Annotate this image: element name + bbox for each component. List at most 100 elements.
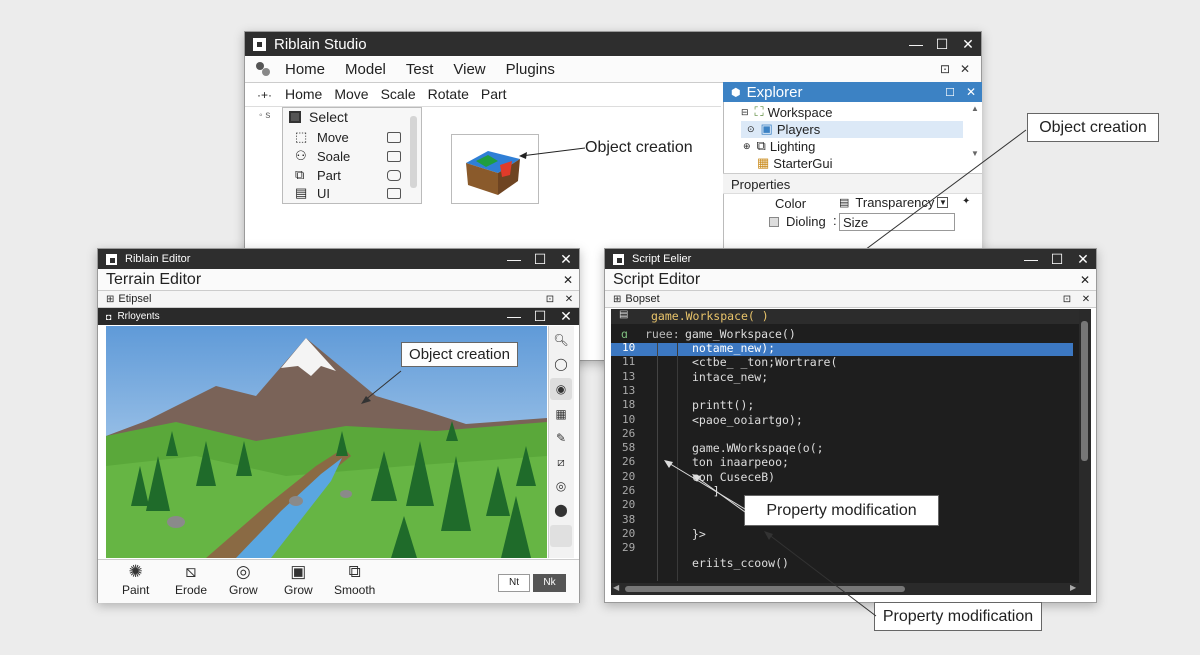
code-gutter-divider: [657, 343, 658, 581]
explorer-item-workspace[interactable]: ⊟ ⛶ Workspace: [741, 104, 832, 120]
circle-tool-icon[interactable]: ◯: [550, 353, 572, 375]
toolbar-part[interactable]: Part: [481, 86, 507, 102]
nk-button[interactable]: Nk: [533, 574, 566, 592]
close-icon[interactable]: ✕: [1070, 251, 1096, 268]
explorer-item-label: Workspace: [767, 104, 833, 120]
restore-icon[interactable]: ⊡: [935, 62, 955, 76]
toolbar-move[interactable]: Move: [334, 86, 368, 102]
explorer-item-players[interactable]: ⊙ ▣ Players: [747, 121, 820, 137]
explorer-restore-icon[interactable]: ☐: [940, 86, 960, 99]
close-icon[interactable]: ✕: [955, 36, 981, 53]
line-number: 38: [622, 512, 636, 526]
menu-plugins[interactable]: Plugins: [506, 61, 555, 78]
menu-view[interactable]: View: [453, 61, 485, 78]
explorer-title: Explorer: [746, 83, 803, 101]
smooth-tool-icon[interactable]: ⬤: [550, 499, 572, 521]
terrain-subheader: ⊞ Etipsel ⊡ ✕: [98, 291, 579, 308]
part-icon: ⧉: [295, 167, 305, 182]
tree-expand-icon: ⊟: [741, 106, 749, 117]
erode-button[interactable]: ⧅ Erode: [175, 561, 207, 597]
terrain-titlebar: Riblain Editor — ☐ ✕: [98, 249, 579, 269]
script-header-close-icon[interactable]: ✕: [1074, 273, 1096, 287]
grow-button[interactable]: ◎ Grow: [229, 561, 258, 597]
code-line: printt();: [692, 398, 755, 413]
maximize-icon[interactable]: ☐: [527, 308, 553, 325]
code-line: ]: [692, 484, 720, 498]
grow-alt-icon: ▣: [290, 562, 307, 581]
maximize-icon[interactable]: ☐: [1044, 251, 1070, 268]
tool-select[interactable]: Select: [289, 109, 348, 125]
tool-part-label: Part: [317, 167, 341, 183]
startergui-icon: ▦: [757, 155, 770, 170]
viewport-title: Rrloyents: [117, 311, 160, 322]
restore-icon[interactable]: ⊡: [541, 294, 559, 305]
dioling-checkbox[interactable]: [769, 217, 779, 227]
tool-part[interactable]: ⧉ Part: [295, 167, 401, 183]
empty-tool-slot[interactable]: [550, 525, 572, 547]
line-number: 26: [622, 455, 636, 469]
close-icon[interactable]: ✕: [553, 251, 579, 268]
explorer-item-lighting[interactable]: ⊕ ⧉ Lighting: [743, 138, 815, 154]
grow-icon: ◎: [235, 562, 251, 581]
terrain-app-icon: [106, 253, 117, 265]
minimize-icon[interactable]: —: [1018, 251, 1044, 268]
script-subheader-title: Bopset: [625, 293, 660, 305]
terrain-window-title: Riblain Editor: [125, 253, 191, 265]
code-top-line-1: game.Workspace( ): [651, 309, 769, 323]
terrain-header-title: Terrain Editor: [106, 270, 202, 288]
brush-tool-icon[interactable]: ✎: [550, 427, 572, 449]
script-window-title: Script Eelier: [632, 253, 692, 265]
tool-ui-label: UI: [317, 185, 330, 201]
tools-scrollbar[interactable]: [410, 116, 417, 188]
search-icon[interactable]: 🔍︎: [550, 329, 572, 351]
close-icon[interactable]: ✕: [955, 62, 975, 76]
players-icon: ▣: [760, 121, 773, 136]
paint-button[interactable]: ✺ Paint: [122, 561, 149, 597]
part-shortcut-icon: [387, 169, 401, 181]
tool-scale[interactable]: ⚇ Soale: [295, 148, 401, 164]
minimize-icon[interactable]: —: [501, 308, 527, 325]
minimize-icon[interactable]: —: [903, 36, 929, 53]
tool-scale-label: Soale: [317, 148, 351, 164]
smooth-button[interactable]: ⧉ Smooth: [334, 561, 375, 597]
code-line: eriits_ccoow(): [692, 555, 789, 570]
grid-tool-icon[interactable]: ▦: [550, 403, 572, 425]
maximize-icon[interactable]: ☐: [929, 36, 955, 53]
select-icon: [289, 111, 301, 123]
paint-tool-icon[interactable]: ◎: [550, 475, 572, 497]
grow-button-2[interactable]: ▣ Grow: [284, 561, 313, 597]
minimize-icon[interactable]: —: [501, 251, 527, 268]
scroll-left-icon[interactable]: ◀: [613, 583, 619, 592]
close-icon[interactable]: ✕: [553, 308, 579, 325]
line-number: 26: [622, 484, 636, 497]
explorer-item-label: Lighting: [769, 138, 816, 154]
menu-home[interactable]: Home: [285, 61, 325, 78]
toolbar-home[interactable]: Home: [285, 86, 322, 102]
script-app-icon: [613, 253, 624, 265]
scroll-right-icon[interactable]: ▶: [1070, 583, 1076, 592]
tree-expand-icon: ⊙: [747, 123, 755, 134]
restore-icon[interactable]: ⊡: [1058, 294, 1076, 305]
terrain-header-close-icon[interactable]: ✕: [557, 273, 579, 287]
subheader-icon: ⊞: [613, 293, 622, 305]
toolbar-scale[interactable]: Scale: [381, 86, 416, 102]
menu-model[interactable]: Model: [345, 61, 386, 78]
toolbar-rotate[interactable]: Rotate: [428, 86, 469, 102]
tool-move[interactable]: ⬚ Move: [295, 129, 401, 145]
add-tool-icon[interactable]: ◉: [550, 378, 572, 400]
code-line: con CuseceB): [692, 469, 776, 484]
explorer-close-icon[interactable]: ✕: [960, 85, 982, 99]
tool-ui[interactable]: ▤ UI: [295, 185, 401, 201]
menu-test[interactable]: Test: [406, 61, 434, 78]
close-icon[interactable]: ✕: [1076, 294, 1096, 305]
close-icon[interactable]: ✕: [559, 294, 579, 305]
code-line: intace_new;: [692, 369, 769, 384]
paint-icon: ✺: [128, 562, 143, 581]
scale-icon: ⚇: [295, 148, 307, 163]
object-creation-callout: Object creation: [1027, 113, 1159, 142]
nt-button[interactable]: Nt: [498, 574, 530, 592]
tree-collapse-icon: ◦ s: [259, 110, 271, 121]
code-vertical-thumb[interactable]: [1081, 321, 1088, 461]
flatten-tool-icon[interactable]: ⧄: [550, 451, 572, 473]
maximize-icon[interactable]: ☐: [527, 251, 553, 268]
